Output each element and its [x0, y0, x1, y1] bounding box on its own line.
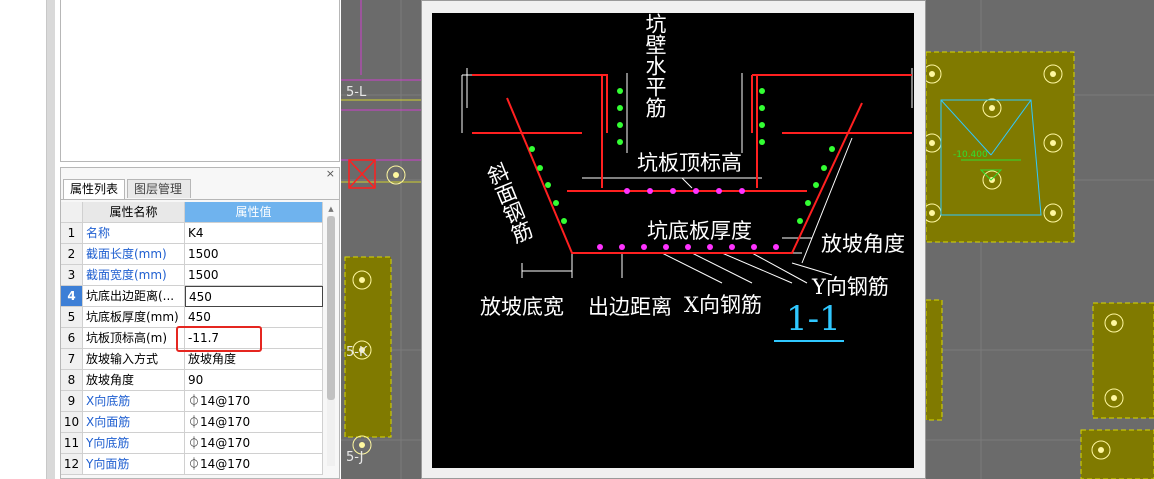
table-row[interactable]: 2 截面长度(mm) 1500	[61, 244, 323, 265]
splitter-bar[interactable]	[46, 0, 55, 479]
section-preview-window: 坑壁水平筋 斜面钢筋 坑板顶标高 坑底板厚度 放坡角度 Y向钢筋 放坡底宽 出边…	[421, 0, 926, 479]
property-name: 坑底出边距离(...	[83, 286, 185, 307]
row-number: 5	[61, 307, 83, 328]
property-value[interactable]: K4	[185, 223, 323, 244]
row-number: 11	[61, 433, 83, 454]
scrollbar[interactable]	[327, 216, 335, 466]
label-slab-thickness: 坑底板厚度	[647, 219, 752, 243]
row-number: 10	[61, 412, 83, 433]
tab-property-list[interactable]: 属性列表	[63, 179, 125, 199]
row-number: 8	[61, 370, 83, 391]
table-row[interactable]: 8 放坡角度 90	[61, 370, 323, 391]
row-number: 4	[61, 286, 83, 307]
axis-label: 5-L	[346, 85, 367, 100]
property-name: 坑底板厚度(mm)	[83, 307, 185, 328]
row-number: 7	[61, 349, 83, 370]
property-value[interactable]: 放坡角度	[185, 349, 323, 370]
table-row[interactable]: 3 截面宽度(mm) 1500	[61, 265, 323, 286]
table-row[interactable]: 7 放坡输入方式 放坡角度	[61, 349, 323, 370]
header-name: 属性名称	[83, 202, 185, 223]
property-value-editor[interactable]: 450	[185, 286, 323, 307]
label-slope-angle: 放坡角度	[821, 232, 905, 256]
left-gutter	[0, 0, 46, 479]
property-value[interactable]: ⏀14@170	[185, 412, 323, 433]
table-row[interactable]: 1 名称 K4	[61, 223, 323, 244]
scrollbar-thumb[interactable]	[327, 216, 335, 400]
header-value: 属性值	[185, 202, 323, 223]
label-x-rebar: X向钢筋	[684, 293, 762, 317]
table-row-selected[interactable]: 4 坑底出边距离(... 450	[61, 286, 323, 307]
property-value[interactable]: ⏀14@170	[185, 454, 323, 475]
row-number: 6	[61, 328, 83, 349]
property-value[interactable]: 450	[185, 307, 323, 328]
section-underline	[774, 340, 844, 342]
property-name: 放坡角度	[83, 370, 185, 391]
row-number: 3	[61, 265, 83, 286]
table-row[interactable]: 9 X向底筋 ⏀14@170	[61, 391, 323, 412]
property-value[interactable]: 1500	[185, 265, 323, 286]
row-number: 1	[61, 223, 83, 244]
label-slab-top-elevation: 坑板顶标高	[637, 151, 742, 175]
property-name: 截面长度(mm)	[83, 244, 185, 265]
property-name: 坑板顶标高(m)	[83, 328, 185, 349]
elevation-label: -10.400	[953, 150, 988, 160]
row-number: 9	[61, 391, 83, 412]
section-drawing: 坑壁水平筋 斜面钢筋 坑板顶标高 坑底板厚度 放坡角度 Y向钢筋 放坡底宽 出边…	[432, 13, 914, 468]
table-row[interactable]: 11 Y向底筋 ⏀14@170	[61, 433, 323, 454]
table-row[interactable]: 10 X向面筋 ⏀14@170	[61, 412, 323, 433]
label-wall-horizontal-rebar: 坑壁水平筋	[643, 13, 667, 118]
label-edge-distance: 出边距离	[588, 295, 672, 319]
highlight-box	[176, 326, 262, 352]
component-list-panel[interactable]	[60, 0, 340, 162]
property-name: 名称	[83, 223, 185, 244]
property-name: Y向面筋	[83, 454, 185, 475]
label-y-rebar: Y向钢筋	[812, 275, 889, 299]
row-number: 12	[61, 454, 83, 475]
table-row[interactable]: 12 Y向面筋 ⏀14@170	[61, 454, 323, 475]
property-panel: × 属性列表 图层管理 属性名称 属性值 1 名称 K4 2 截面长度(mm) …	[60, 167, 340, 479]
property-value[interactable]: ⏀14@170	[185, 433, 323, 454]
header-corner	[61, 202, 83, 223]
tab-layer-management[interactable]: 图层管理	[127, 179, 191, 198]
property-name: X向面筋	[83, 412, 185, 433]
property-name: 截面宽度(mm)	[83, 265, 185, 286]
panel-tabs: 属性列表 图层管理	[61, 179, 339, 200]
property-name: Y向底筋	[83, 433, 185, 454]
axis-label: 5-J	[346, 450, 364, 465]
scroll-up-icon[interactable]: ▲	[327, 204, 335, 214]
property-value[interactable]: 90	[185, 370, 323, 391]
property-value[interactable]: 1500	[185, 244, 323, 265]
section-mark: 1-1	[786, 299, 841, 339]
property-name: 放坡输入方式	[83, 349, 185, 370]
table-row[interactable]: 5 坑底板厚度(mm) 450	[61, 307, 323, 328]
property-name: X向底筋	[83, 391, 185, 412]
grid-header: 属性名称 属性值	[61, 202, 323, 223]
row-number: 2	[61, 244, 83, 265]
axis-label: 5-K	[346, 345, 368, 360]
label-slope-base-width: 放坡底宽	[480, 295, 564, 319]
property-value[interactable]: ⏀14@170	[185, 391, 323, 412]
